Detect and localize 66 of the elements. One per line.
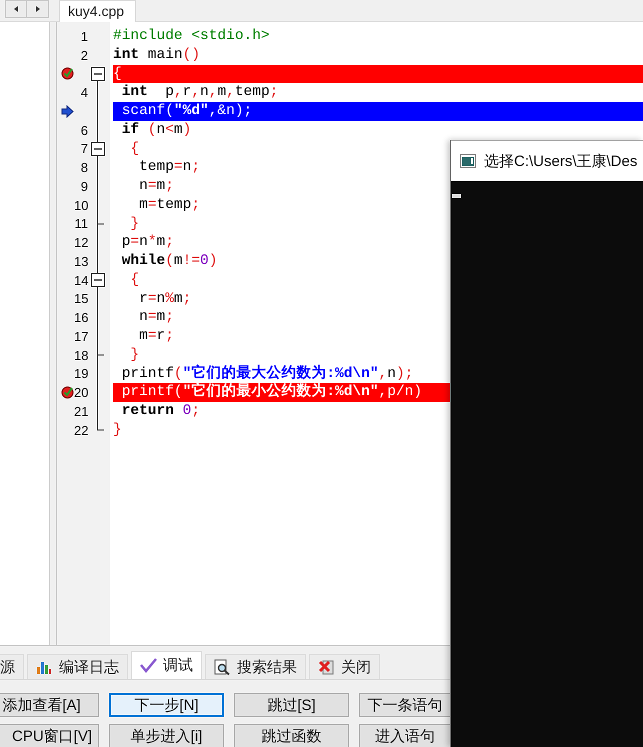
- code-line: while(m!=0): [120, 252, 218, 271]
- search-icon: [214, 658, 231, 676]
- debug-button[interactable]: 添加查看[A]: [0, 693, 99, 717]
- panel-tab[interactable]: 编译日志: [27, 654, 128, 679]
- check-icon: [140, 657, 157, 674]
- line-number: 17: [74, 328, 88, 344]
- panel-tab[interactable]: 调试: [131, 651, 202, 679]
- fold-toggle[interactable]: [91, 273, 105, 288]
- line-number: 15: [74, 291, 88, 306]
- line-number: 12: [74, 235, 88, 250]
- line-number: 2: [80, 48, 88, 63]
- code-line: #include <stdio.h>: [113, 27, 270, 46]
- text-cursor: [452, 194, 461, 198]
- fold-toggle[interactable]: [91, 66, 105, 81]
- code-line: {: [129, 140, 140, 158]
- code-line: }: [129, 346, 140, 364]
- left-arrow-icon: [13, 5, 19, 13]
- line-number: 1: [80, 28, 88, 44]
- code-line: {: [129, 270, 140, 290]
- scroll-left-button[interactable]: [6, 1, 27, 17]
- panel-tab[interactable]: 源: [0, 654, 24, 679]
- line-number: 11: [74, 216, 88, 232]
- debug-button[interactable]: CPU窗口[V]: [0, 724, 99, 747]
- panel-tab[interactable]: 关闭: [309, 654, 380, 679]
- debug-button[interactable]: 单步进入[i]: [109, 724, 224, 747]
- debug-button[interactable]: 跳过[S]: [234, 693, 349, 717]
- code-line: if (n<m): [120, 120, 192, 140]
- code-line: int p,r,n,m,temp;: [120, 83, 278, 102]
- line-number: 7: [80, 141, 88, 156]
- code-line: n=m;: [138, 308, 174, 327]
- line-number: 20: [74, 385, 88, 400]
- close-icon: [318, 658, 335, 676]
- window-title: 选择C:\Users\王康\Des: [484, 152, 638, 170]
- code-line: m=r;: [138, 327, 174, 346]
- line-number: 22: [74, 422, 88, 438]
- code-line: }: [113, 420, 122, 440]
- line-number: 9: [80, 178, 88, 194]
- code-line: return 0;: [120, 402, 200, 421]
- debug-button[interactable]: 跳过函数: [234, 724, 349, 747]
- line-number: 10: [74, 198, 88, 213]
- line-number: 6: [80, 122, 88, 138]
- code-line: printf("它们的最大公约数为:%d\n",n);: [120, 364, 414, 383]
- code-line: m=temp;: [138, 196, 200, 214]
- debug-button[interactable]: 下一步[N]: [109, 693, 224, 717]
- line-number: 13: [74, 254, 88, 269]
- line-number: 18: [74, 348, 88, 363]
- right-arrow-icon: [34, 5, 40, 13]
- code-line: }: [129, 214, 140, 234]
- console-icon: [460, 154, 476, 168]
- line-number: 14: [74, 272, 88, 288]
- file-tab[interactable]: kuy4.cpp: [59, 0, 136, 22]
- line-number: 21: [74, 404, 88, 419]
- code-line: p=n*m;: [120, 233, 174, 252]
- scroll-right-button[interactable]: [27, 1, 48, 17]
- line-number: 19: [74, 366, 88, 382]
- fold-toggle[interactable]: [91, 142, 105, 156]
- code-line: n=m;: [138, 177, 174, 196]
- line-number: 16: [74, 310, 88, 326]
- line-number: 8: [80, 160, 88, 176]
- panel-tab[interactable]: 搜索结果: [205, 654, 306, 679]
- code-line: int main(): [113, 46, 200, 64]
- line-number: 4: [80, 85, 88, 100]
- debug-button[interactable]: 进入语句: [359, 724, 450, 747]
- code-line: r=n%m;: [138, 290, 192, 308]
- code-line: temp=n;: [138, 158, 200, 177]
- debug-button[interactable]: 下一条语句: [359, 693, 450, 717]
